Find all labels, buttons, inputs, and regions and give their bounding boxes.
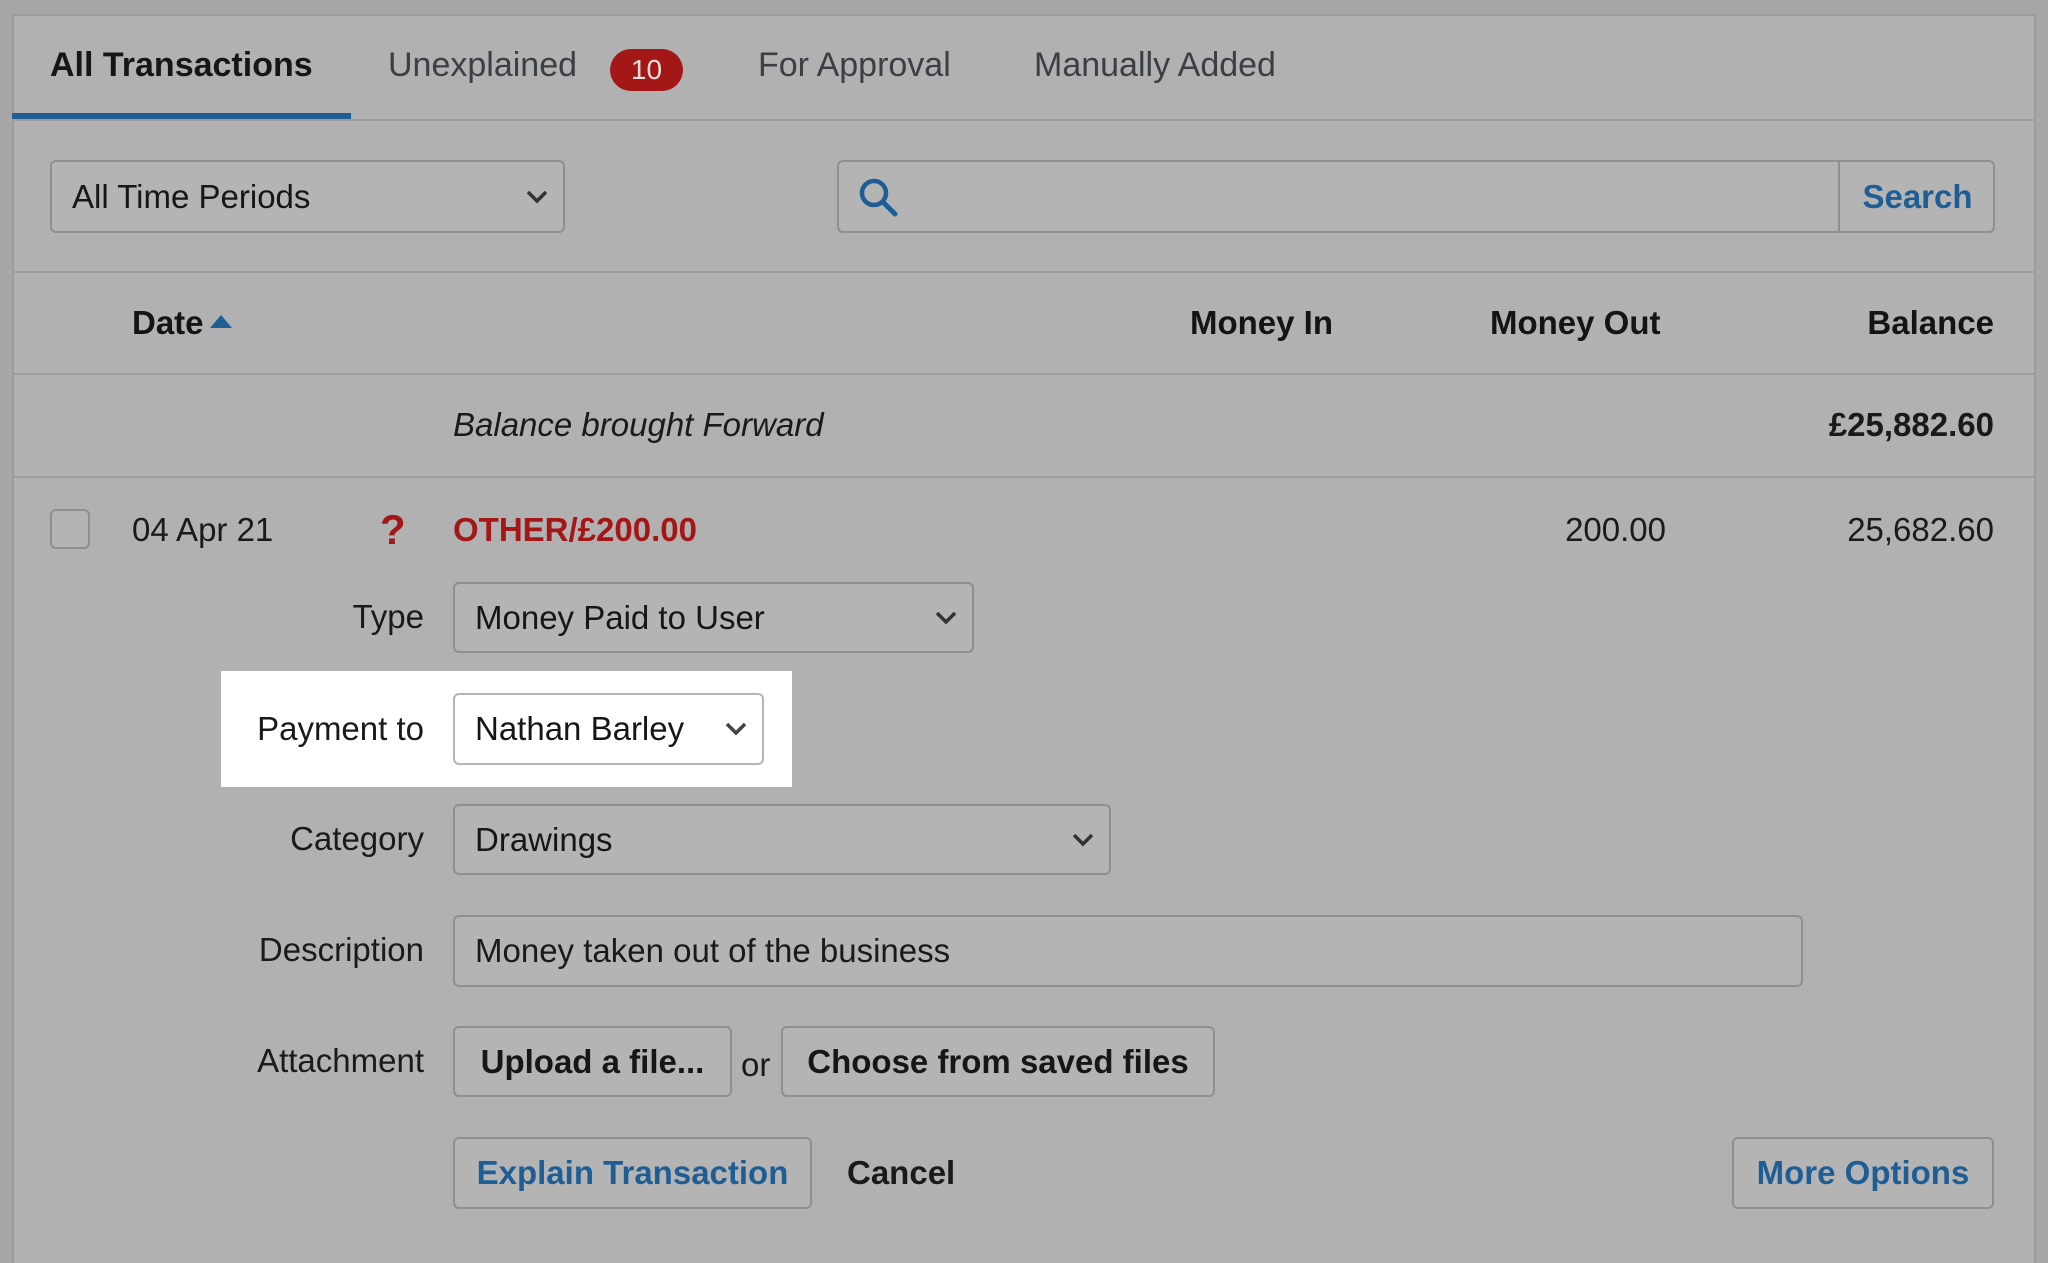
type-value: Money Paid to User — [475, 598, 765, 636]
search-input[interactable] — [913, 168, 1817, 226]
brought-forward-amount: £25,882.60 — [1828, 406, 1994, 443]
search-button[interactable]: Search — [1838, 160, 1995, 233]
divider — [12, 373, 2036, 375]
explain-transaction-button[interactable]: Explain Transaction — [453, 1137, 812, 1209]
more-options-button[interactable]: More Options — [1732, 1137, 1994, 1209]
search-icon — [859, 178, 898, 217]
chevron-down-icon — [935, 611, 957, 624]
chevron-down-icon — [526, 190, 548, 203]
search-box: Search — [837, 160, 1995, 233]
transaction-checkbox[interactable] — [50, 509, 90, 549]
upload-file-button[interactable]: Upload a file... — [453, 1026, 732, 1097]
cancel-link[interactable]: Cancel — [847, 1154, 955, 1192]
type-label: Type — [352, 598, 424, 635]
divider — [12, 271, 2036, 273]
tab-all-transactions[interactable]: All Transactions — [50, 46, 313, 85]
description-value: Money taken out of the business — [475, 932, 951, 969]
chevron-down-icon — [725, 722, 747, 736]
choose-saved-files-button[interactable]: Choose from saved files — [781, 1026, 1215, 1097]
divider — [12, 119, 2036, 121]
category-label: Category — [290, 820, 424, 857]
or-text: or — [741, 1046, 771, 1083]
time-period-value: All Time Periods — [72, 177, 311, 215]
brought-forward-label: Balance brought Forward — [453, 406, 824, 443]
category-select[interactable]: Drawings — [453, 804, 1111, 875]
divider — [12, 476, 2036, 478]
money-in-column-header: Money In — [1190, 304, 1334, 341]
type-select[interactable]: Money Paid to User — [453, 582, 974, 653]
payment-to-label: Payment to — [257, 710, 424, 747]
attachment-label: Attachment — [257, 1042, 424, 1079]
category-value: Drawings — [475, 820, 613, 858]
balance-column-header: Balance — [1867, 304, 1994, 341]
tab-for-approval[interactable]: For Approval — [758, 46, 951, 85]
time-period-select[interactable]: All Time Periods — [50, 160, 565, 233]
transaction-money-out: 200.00 — [1565, 511, 1666, 548]
transaction-date: 04 Apr 21 — [132, 511, 274, 548]
tab-unexplained[interactable]: Unexplained — [388, 46, 577, 85]
tab-manually-added[interactable]: Manually Added — [1034, 46, 1276, 85]
money-out-column-header: Money Out — [1490, 304, 1661, 341]
chevron-down-icon — [1072, 833, 1094, 846]
unexplained-count-badge: 10 — [610, 49, 683, 91]
date-column-header[interactable]: Date — [132, 304, 234, 342]
transaction-description[interactable]: OTHER/£200.00 — [453, 511, 697, 549]
unexplained-question-icon: ? — [380, 506, 406, 553]
description-label: Description — [258, 931, 424, 968]
transaction-balance: 25,682.60 — [1847, 511, 1994, 548]
description-field[interactable]: Money taken out of the business — [453, 915, 1803, 987]
payment-to-select[interactable]: Nathan Barley — [453, 693, 764, 765]
sort-ascending-icon — [209, 315, 232, 328]
payment-to-value: Nathan Barley — [475, 710, 685, 747]
date-header-label: Date — [132, 304, 204, 341]
